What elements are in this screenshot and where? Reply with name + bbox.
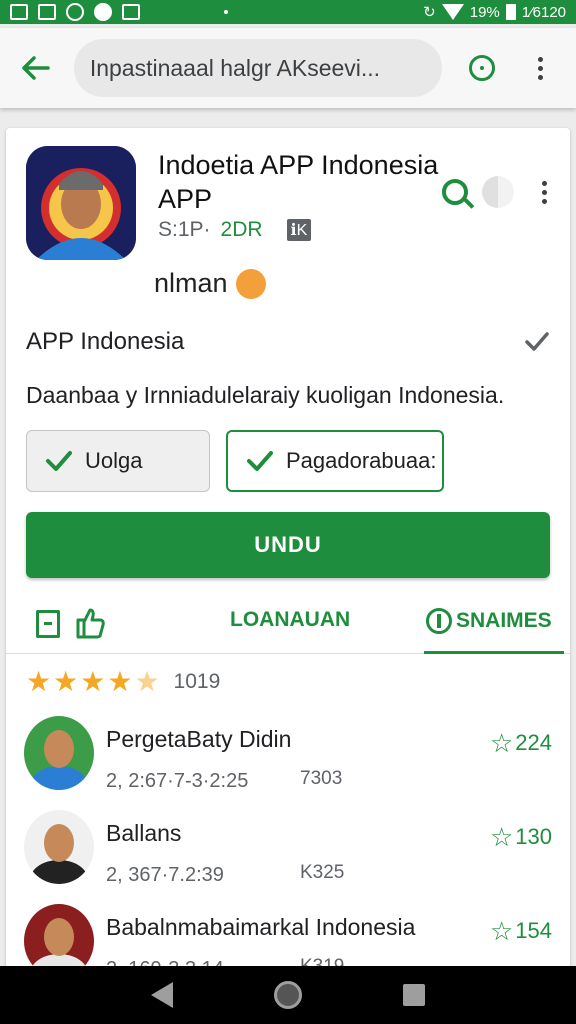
- app-icon[interactable]: [26, 146, 136, 260]
- clock: 1⁄6120: [521, 3, 566, 21]
- search-icon[interactable]: [442, 179, 468, 205]
- status-bar: ↻ 19% 1⁄6120: [0, 0, 576, 24]
- navigation-bar: [0, 966, 576, 1024]
- battery-percent: 19%: [469, 3, 500, 21]
- rating-count: 1019: [173, 670, 221, 693]
- wifi-icon: [441, 4, 464, 20]
- star-outline-icon: ☆: [489, 728, 514, 758]
- chip-label: Uolga: [85, 448, 143, 473]
- star-icon: ★: [53, 666, 79, 697]
- back-arrow-icon: [22, 56, 50, 80]
- nav-home-icon[interactable]: [273, 981, 302, 1009]
- review-item[interactable]: Babalnmabaimarkal Indonesia 2, 169·3 3 1…: [24, 904, 554, 968]
- star-outline-icon: ☆: [489, 822, 514, 852]
- review-score: ☆ 130: [490, 824, 552, 850]
- section-title: APP Indonesia: [26, 328, 185, 355]
- notification-dot-icon: [224, 10, 228, 14]
- reviewer-name: Ballans: [106, 820, 182, 846]
- tab-snaimes[interactable]: SNAIMES: [426, 608, 552, 634]
- reviewer-name: Babalnmabaimarkal Indonesia: [106, 914, 416, 940]
- app-icon-portrait: [26, 146, 136, 260]
- circle-icon: [426, 608, 452, 634]
- review-score-value: 154: [515, 918, 552, 943]
- review-score: ☆ 154: [490, 918, 552, 944]
- tab-loanauan[interactable]: LOANAUAN: [230, 608, 350, 632]
- chat-notification-icon: [94, 3, 112, 21]
- star-icon: ★: [26, 666, 52, 697]
- content-rating-badge: ℹK: [286, 219, 312, 241]
- message-notification-icon: [38, 4, 56, 20]
- verified-badge-icon: [235, 268, 266, 299]
- thumbs-up-icon[interactable]: [74, 606, 106, 640]
- search-query-text: Inpastinaaal halgr AKseevi...: [89, 54, 381, 81]
- battery-icon: [505, 4, 516, 20]
- clipboard-notification-icon: [122, 4, 140, 20]
- top-app-bar: Inpastinaaal halgr AKseevi...: [0, 28, 576, 108]
- review-score-value: 224: [515, 730, 552, 755]
- tab-bar: LOANAUAN SNAIMES: [6, 598, 570, 654]
- info-button[interactable]: [462, 48, 502, 88]
- review-item[interactable]: PergetaBaty Didin 2, 2:67·7-3·2:25 7303 …: [24, 716, 554, 806]
- info-icon: [469, 55, 496, 81]
- review-extra: K325: [300, 862, 345, 883]
- star-icon: ★: [80, 666, 106, 697]
- chip-pagadorabuaa[interactable]: Pagadorabuaa:: [226, 430, 444, 492]
- avatar: [24, 810, 94, 884]
- sync-icon: ↻: [423, 4, 436, 21]
- install-button[interactable]: UNDU: [26, 512, 550, 578]
- developer-row[interactable]: nlman: [154, 268, 266, 299]
- review-date: 2, 367·7.2:39: [106, 864, 224, 886]
- check-icon: [247, 451, 273, 471]
- nav-recents-icon[interactable]: [403, 984, 426, 1006]
- app-size: S:1P·: [158, 218, 211, 241]
- overflow-menu-button[interactable]: [520, 48, 560, 88]
- tab-snaimes-label: SNAIMES: [456, 609, 552, 632]
- search-input[interactable]: Inpastinaaal halgr AKseevi...: [73, 39, 443, 97]
- star-icon: ★: [107, 666, 133, 697]
- app-downloads: 2DR: [220, 218, 263, 241]
- active-tab-indicator: [424, 651, 564, 654]
- review-item[interactable]: Ballans 2, 367·7.2:39 K325 ☆ 130: [24, 810, 554, 900]
- whatsapp-notification-icon: [66, 3, 84, 21]
- star-outline-icon: ☆: [489, 916, 514, 946]
- chip-label: Pagadorabuaa:: [286, 448, 437, 473]
- app-meta: S:1P· 2DR ℹK: [158, 218, 312, 242]
- app-title: Indoetia APP Indonesia APP: [158, 150, 439, 214]
- half-star-icon: ★: [134, 666, 160, 697]
- nav-back-icon[interactable]: [150, 982, 173, 1008]
- app-description: Daanbaa y Irnniadulelaraiy kuoligan Indo…: [26, 382, 505, 408]
- review-extra: 7303: [300, 768, 343, 789]
- toggle-icon[interactable]: [482, 176, 514, 208]
- reviewer-name: PergetaBaty Didin: [106, 726, 292, 752]
- review-score: ☆ 224: [490, 730, 552, 756]
- app-detail-card: Indoetia APP Indonesia APP S:1P· 2DR ℹK …: [6, 128, 570, 968]
- avatar: [24, 904, 94, 968]
- document-icon[interactable]: [36, 610, 60, 638]
- back-button[interactable]: [16, 48, 56, 88]
- review-score-value: 130: [515, 824, 552, 849]
- more-vert-icon: [537, 56, 543, 80]
- developer-name: nlman: [154, 268, 228, 298]
- review-date: 2, 2:67·7-3·2:25: [106, 770, 249, 792]
- avatar: [24, 716, 94, 790]
- check-icon: [46, 451, 72, 471]
- chip-uolga[interactable]: Uolga: [26, 430, 210, 492]
- app-more-vert-icon[interactable]: [542, 180, 547, 204]
- gallery-notification-icon: [10, 4, 28, 20]
- checkmark-icon[interactable]: [524, 328, 550, 354]
- rating-summary: ★ ★ ★ ★ ★ 1019: [26, 668, 220, 696]
